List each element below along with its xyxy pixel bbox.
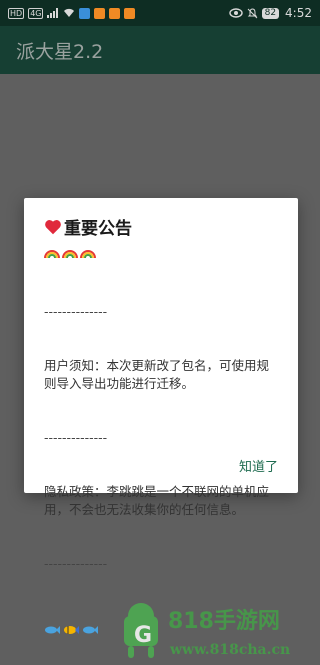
clock: 4:52: [285, 6, 312, 20]
android-logo-icon: G: [124, 603, 158, 658]
mute-icon: [247, 7, 257, 18]
status-right: 82 4:52: [228, 6, 312, 20]
battery-level: 82: [261, 7, 280, 19]
rainbow-icon: [44, 250, 60, 259]
dialog-title: 重要公告: [44, 214, 278, 239]
app-icon: [124, 7, 136, 19]
signal-icon: [47, 8, 59, 18]
privacy-text: 隐私政策：李跳跳是一个不联网的单机应用，不会也无法收集你的任何信息。: [44, 484, 270, 517]
separator: --------------: [44, 304, 108, 319]
fish-icon: [83, 626, 98, 634]
separator: --------------: [44, 430, 108, 445]
separator: --------------: [44, 556, 108, 571]
status-left: HD 4G: [8, 7, 136, 19]
status-bar: HD 4G 82 4:52: [0, 0, 320, 26]
hd-badge: HD: [8, 7, 25, 19]
tropical-fish-icon: [64, 626, 79, 634]
watermark-text: 818手游网: [168, 608, 280, 634]
ok-button[interactable]: 知道了: [239, 456, 278, 475]
app-icon: [109, 7, 121, 19]
dialog-title-text: 重要公告: [64, 219, 132, 239]
dialog-body: -------------- 用户须知：本次更新改了包名，可使用规则导入导出功能…: [44, 267, 278, 609]
watermark-url: www.818cha.cn: [169, 642, 290, 658]
svg-text:G: G: [134, 623, 152, 648]
rainbow-icon: [80, 250, 96, 259]
network-badge: 4G: [28, 7, 44, 19]
rainbow-row: [44, 245, 278, 259]
fish-icon: [45, 626, 60, 634]
heart-icon: [45, 219, 61, 234]
rainbow-icon: [62, 250, 78, 259]
announcement-dialog: 重要公告 -------------- 用户须知：本次更新改了包名，可使用规则导…: [24, 198, 298, 634]
app-bar: 派大星2.2: [0, 26, 320, 74]
notice-text: 用户须知：本次更新改了包名，可使用规则导入导出功能进行迁移。: [44, 358, 270, 391]
app-icon: [79, 7, 91, 19]
eye-icon: [228, 8, 243, 18]
app-icon: [94, 7, 106, 19]
app-title: 派大星2.2: [16, 40, 104, 63]
wifi-icon: [64, 8, 75, 17]
site-watermark: G 818手游网 www.818cha.cn: [124, 603, 290, 658]
